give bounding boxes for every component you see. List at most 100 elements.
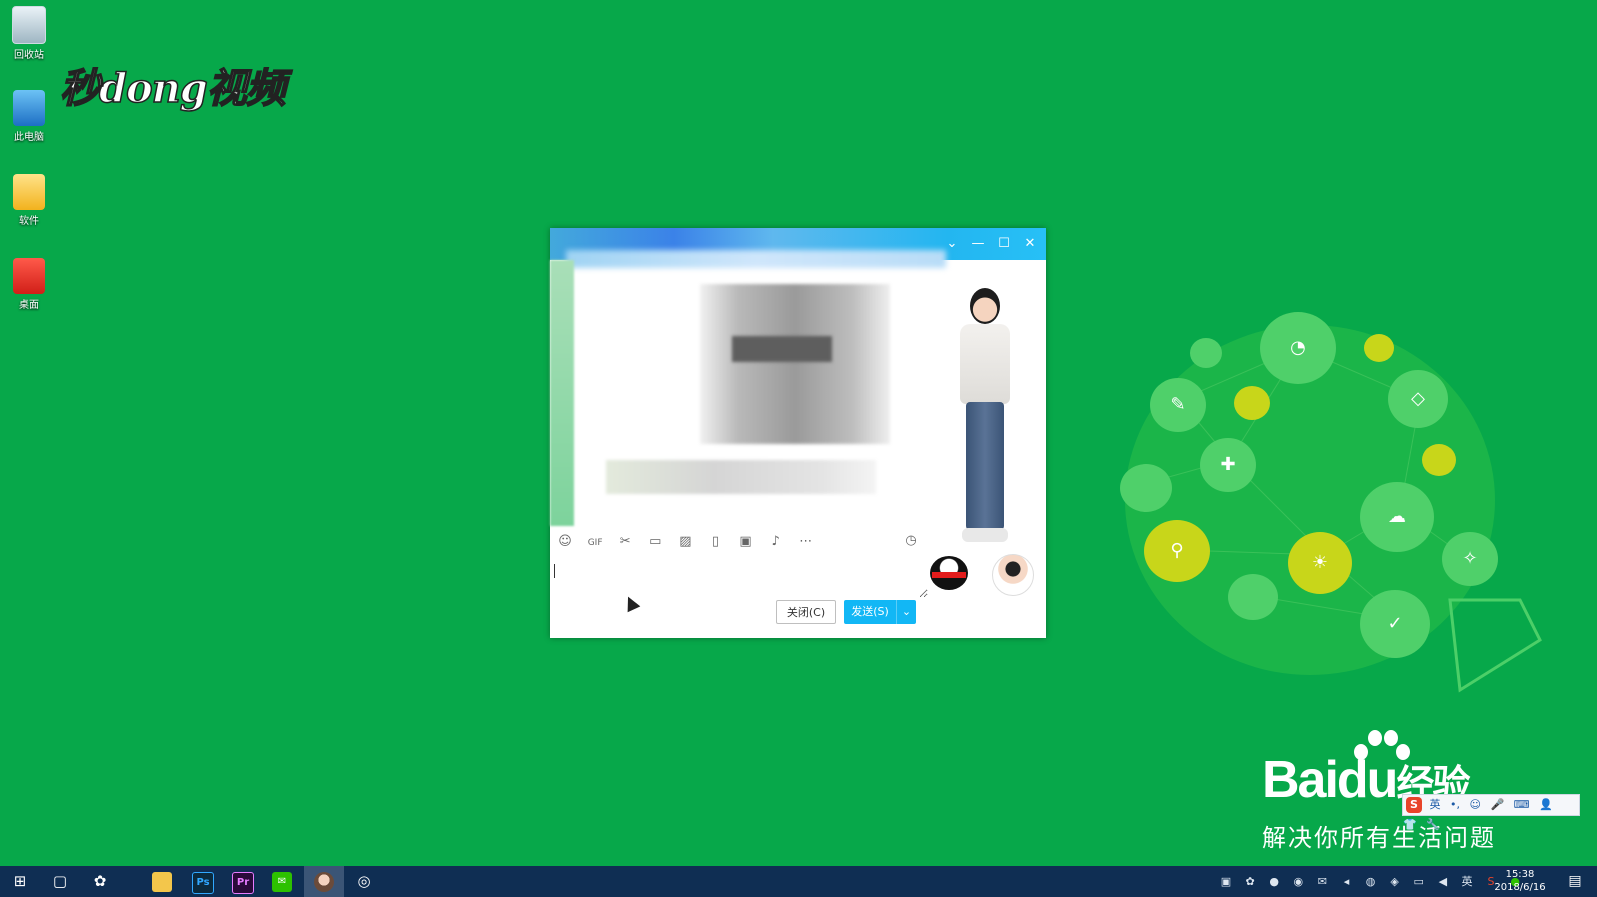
tray-app-icon[interactable]: ✿ <box>1242 866 1258 897</box>
desktop-app-icon <box>13 258 45 294</box>
tray-app-icon[interactable]: ▣ <box>1218 866 1234 897</box>
show-avatar-figure <box>950 288 1020 554</box>
close-window-button[interactable]: ✕ <box>1020 234 1040 254</box>
baidu-logo-bai: Bai <box>1262 751 1339 809</box>
tray-app-icon[interactable]: ◈ <box>1387 866 1403 897</box>
computer-icon <box>13 90 45 126</box>
more-icon[interactable]: ⋯ <box>795 531 817 553</box>
avatar-jeans <box>966 402 1004 530</box>
send-options-dropdown[interactable]: ⌄ <box>896 600 916 624</box>
clock-time: 15:38 <box>1505 869 1535 880</box>
decor-bubble <box>1234 386 1270 420</box>
qq-chat-button[interactable] <box>304 866 344 897</box>
avatar-shoes <box>962 528 1008 542</box>
desktop-icon-recycle-bin[interactable]: 回收站 <box>6 6 52 61</box>
ime-voice-icon[interactable]: 🎤 <box>1490 795 1504 815</box>
wechat-tray-icon[interactable]: ✉ <box>1314 866 1330 897</box>
tray-app-icon[interactable]: ◍ <box>1363 866 1379 897</box>
ime-language-toggle[interactable]: 英 <box>1430 795 1441 815</box>
clock-date: 2018/6/16 <box>1494 882 1546 893</box>
recycle-bin-icon <box>12 6 46 44</box>
red-packet-icon[interactable]: ▣ <box>735 531 757 553</box>
minimize-button[interactable]: — <box>968 234 988 254</box>
camera-app-button[interactable]: ◎ <box>344 866 384 897</box>
decor-bubble <box>1228 574 1278 620</box>
sidebar-strip <box>550 260 574 526</box>
avatar-head <box>970 288 1000 324</box>
ime-user-icon[interactable]: 👤 <box>1539 795 1553 815</box>
blurred-message-text <box>606 460 876 494</box>
desktop-icon-software[interactable]: 软件 <box>6 174 52 227</box>
decor-bubble <box>1364 334 1394 362</box>
close-button[interactable]: 关闭(C) <box>776 600 836 624</box>
decor-bubble: ✧ <box>1442 532 1498 586</box>
decor-bubble: ⚲ <box>1144 520 1210 582</box>
taskbar: ⊞ ▢ ✿ Ps Pr ✉ ◎ ▣ ✿ ● ◉ ✉ ◂ ◍ ◈ ▭ ◀ 英 S … <box>0 866 1597 897</box>
desktop-icon-label: 此电脑 <box>14 132 44 143</box>
scissors-icon[interactable]: ✂ <box>614 531 636 553</box>
wechat-icon: ✉ <box>272 872 292 892</box>
window-menu-button[interactable]: ⌄ <box>942 234 962 254</box>
chat-toolbar: ☺ GIF ✂ ▭ ▨ ▯ ▣ ♪ ⋯ <box>554 530 932 552</box>
photoshop-icon: Ps <box>192 872 214 894</box>
decor-bubble: ◔ <box>1260 312 1336 384</box>
message-history-icon[interactable]: ◷ <box>900 530 922 552</box>
qq-tray-icon[interactable]: ● <box>1266 866 1282 897</box>
premiere-button[interactable]: Pr <box>222 866 262 897</box>
ime-punctuation-icon[interactable]: •, <box>1450 795 1460 815</box>
ime-skin-icon[interactable]: 👕 <box>1403 815 1417 835</box>
start-button[interactable]: ⊞ <box>0 866 40 897</box>
image-icon[interactable]: ▨ <box>674 531 696 553</box>
decor-bubble <box>1120 464 1172 512</box>
folder-icon <box>13 174 45 210</box>
folder-icon[interactable]: ▭ <box>644 531 666 553</box>
blurred-message-image-dark <box>732 336 832 362</box>
decor-bubble <box>1190 338 1222 368</box>
chat-window: ⌄ — ☐ ✕ ☺ GIF ✂ ▭ ▨ ▯ ▣ ♪ ⋯ ◷ 关闭(C) 发送(S… <box>550 228 1046 638</box>
ime-status-bar[interactable]: S 英 •, ☺ 🎤 ⌨ 👤 👕 🔧 <box>1402 794 1580 831</box>
weibo-tray-icon[interactable]: ◉ <box>1290 866 1306 897</box>
sogou-logo-icon[interactable]: S <box>1406 797 1422 813</box>
ime-keyboard-icon[interactable]: ⌨ <box>1514 795 1530 815</box>
desktop-icon-this-pc[interactable]: 此电脑 <box>6 90 52 143</box>
system-tray: ▣ ✿ ● ◉ ✉ ◂ ◍ ◈ ▭ ◀ 英 S ● <box>1218 866 1526 897</box>
tray-app-icon[interactable]: ◂ <box>1338 866 1354 897</box>
wechat-button[interactable]: ✉ <box>262 866 302 897</box>
decor-bubble: ◇ <box>1388 370 1448 428</box>
decor-bubble: ✎ <box>1150 378 1206 432</box>
task-view-button[interactable]: ▢ <box>40 866 80 897</box>
ime-emoji-icon[interactable]: ☺ <box>1470 795 1481 815</box>
baidu-logo-du: du <box>1336 751 1399 809</box>
avatar-shirt <box>960 324 1010 404</box>
ime-settings-icon[interactable]: 🔧 <box>1426 815 1440 835</box>
desktop-icon-desktop[interactable]: 桌面 <box>6 258 52 311</box>
penguin-scarf <box>932 572 966 578</box>
desktop-icon-label: 桌面 <box>19 300 39 311</box>
network-icon[interactable]: ▭ <box>1411 866 1427 897</box>
shake-icon[interactable]: ▯ <box>704 531 726 553</box>
lightbulb-decoration: ◔ ✎ ◇ ✚ ☁ ⚲ ☀ ✧ ✓ <box>1120 300 1570 700</box>
decor-bubble <box>1422 444 1456 476</box>
decor-bubble: ✚ <box>1200 438 1256 492</box>
taskbar-clock[interactable]: 15:38 2018/6/16 <box>1490 868 1550 894</box>
action-center-icon[interactable]: ▤ <box>1560 866 1590 897</box>
premiere-icon: Pr <box>232 872 254 894</box>
text-caret <box>554 564 555 578</box>
decor-bubble: ☀ <box>1288 532 1352 594</box>
volume-icon[interactable]: ◀ <box>1435 866 1451 897</box>
baidu-slogan: 解决你所有生活问题 <box>1262 824 1496 852</box>
send-button[interactable]: 发送(S) <box>844 600 896 624</box>
file-explorer-button[interactable] <box>142 866 182 897</box>
desktop-icon-label: 软件 <box>19 216 39 227</box>
maximize-button[interactable]: ☐ <box>994 234 1014 254</box>
avatar[interactable] <box>992 554 1034 596</box>
baidu-netdisk-button[interactable]: ✿ <box>80 866 120 897</box>
avatar-icon <box>314 872 334 892</box>
music-icon[interactable]: ♪ <box>765 531 787 553</box>
message-input[interactable] <box>552 554 928 598</box>
input-language-indicator[interactable]: 英 <box>1459 866 1475 897</box>
gif-icon[interactable]: GIF <box>584 532 606 554</box>
photoshop-button[interactable]: Ps <box>182 866 222 897</box>
blurred-contact-info <box>566 250 946 268</box>
emoji-icon[interactable]: ☺ <box>554 531 576 553</box>
